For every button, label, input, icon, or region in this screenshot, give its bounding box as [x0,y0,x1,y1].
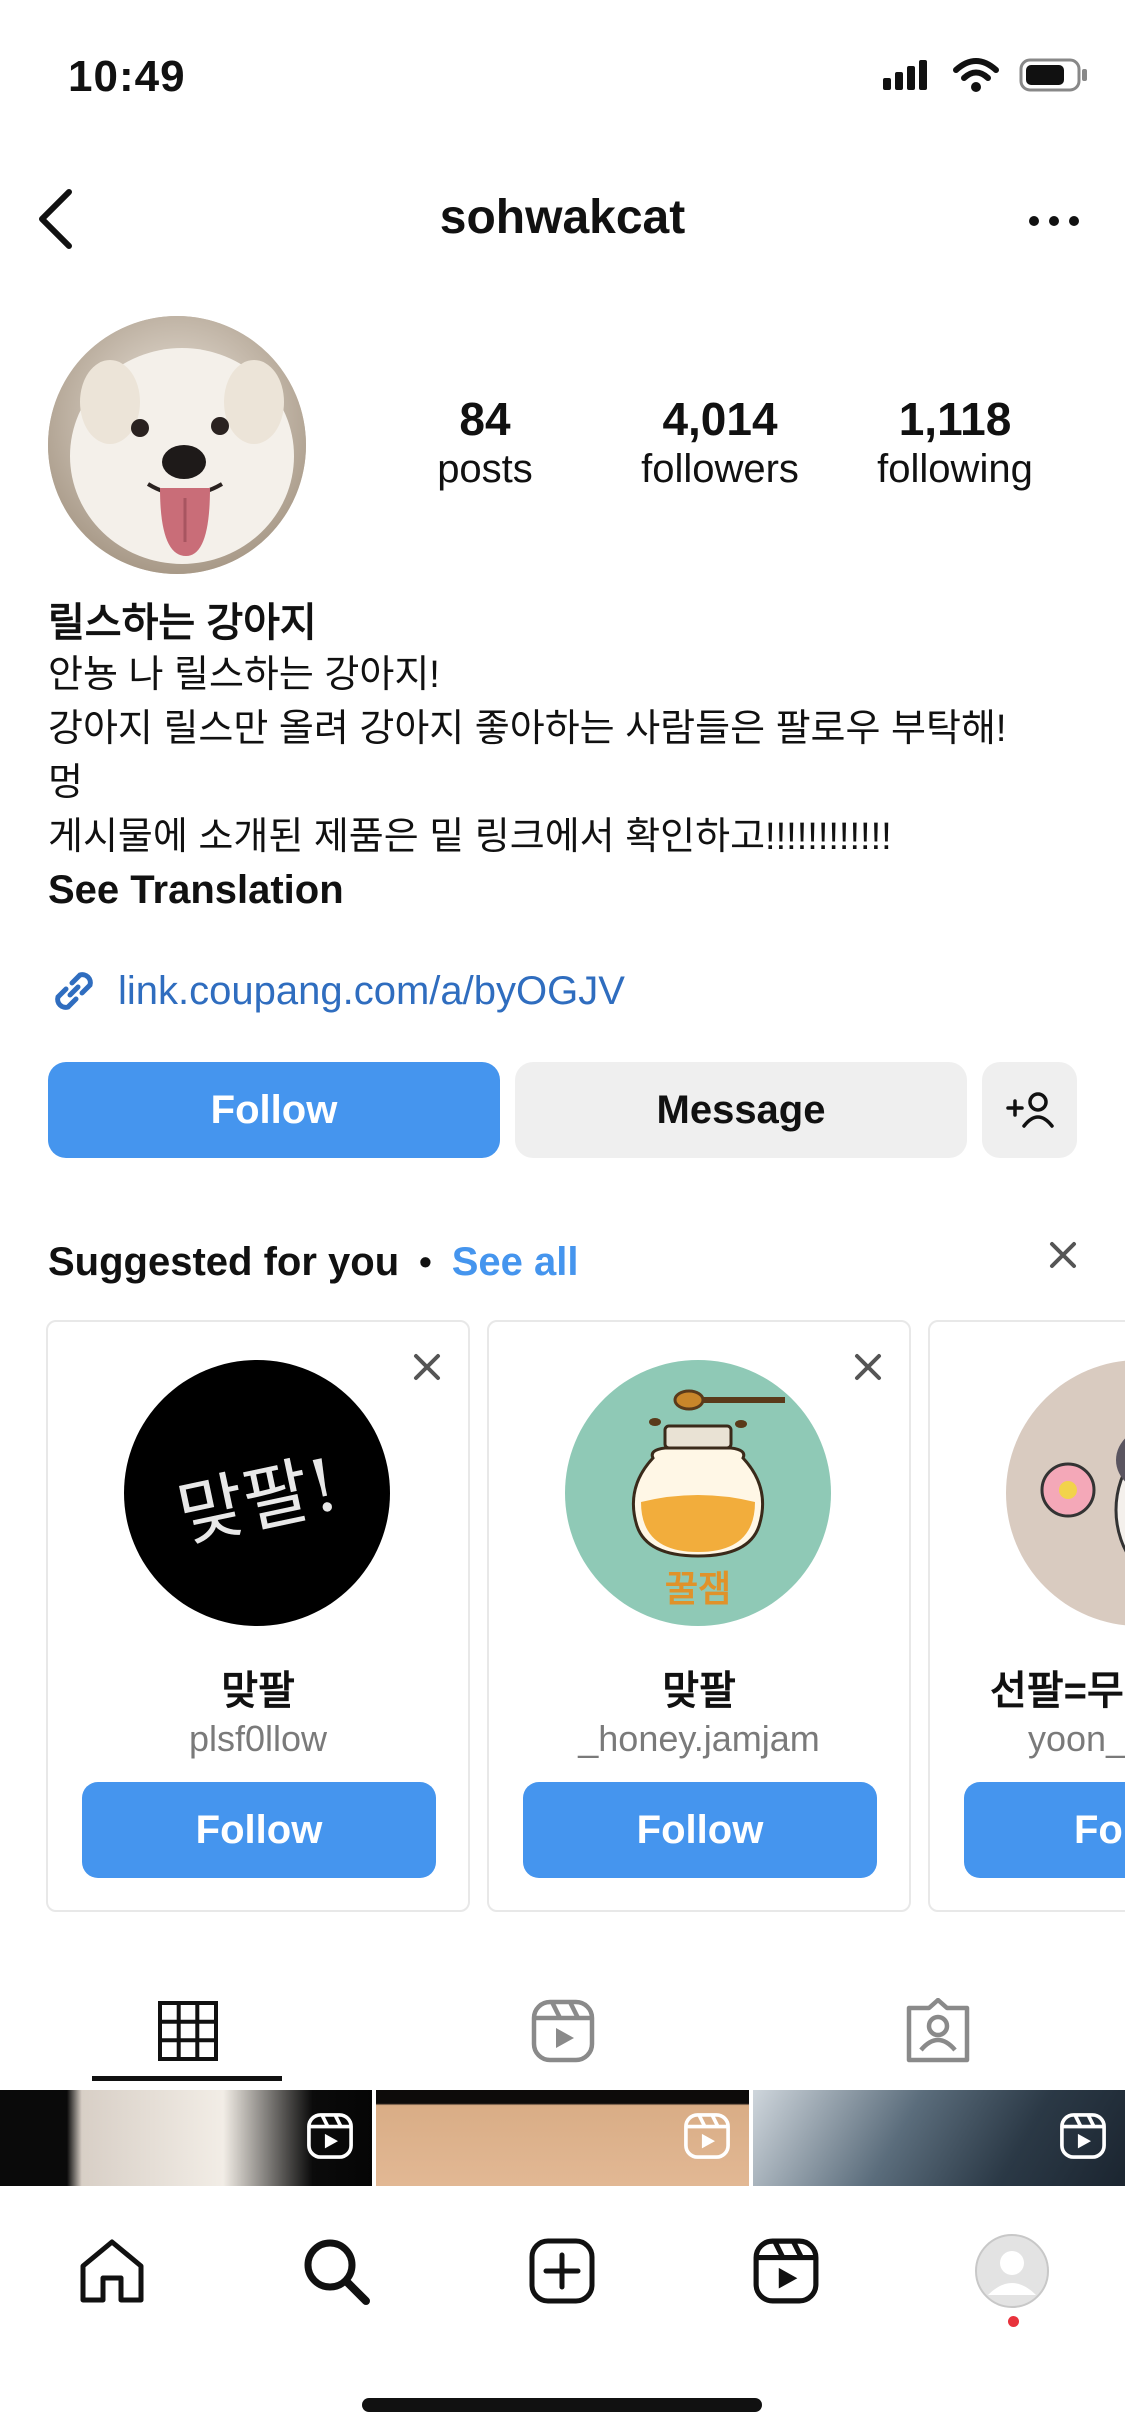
nav-create[interactable] [517,2226,607,2316]
grid-post-thumbnail[interactable] [0,2090,373,2186]
see-all-link[interactable]: See all [452,1240,579,1285]
profile-avatar[interactable] [48,316,306,574]
reel-badge-icon [1060,2113,1106,2159]
home-icon [80,2239,144,2303]
dismiss-icon[interactable] [853,1352,883,1382]
posts-grid [0,2090,1125,2186]
avatar-logo-text: 맞팔! [170,1441,347,1558]
tab-reels[interactable] [375,1975,750,2087]
followers-stat[interactable]: 4,014 followers [605,394,835,493]
status-icons [883,58,1089,92]
bio-line: 게시물에 소개된 제품은 밑 링크에서 확인하고!!!!!!!!!!!! [48,816,892,858]
followers-count: 4,014 [662,393,778,445]
status-time: 10:49 [68,52,186,101]
bio-link-text: link.coupang.com/a/byOGJV [118,968,625,1013]
profile-bio: 안뇽 나 릴스하는 강아지! 강아지 릴스만 올려 강아지 좋아하는 사람들은 … [48,648,1088,864]
following-count: 1,118 [898,393,1012,445]
dog-avatar-image [48,316,306,574]
nav-reels[interactable] [741,2226,831,2316]
more-options-button[interactable] [1019,196,1089,246]
tab-posts-grid[interactable] [0,1975,375,2087]
suggested-name: 맞팔 [221,1669,295,1713]
wifi-icon [953,58,999,92]
reel-badge-icon [307,2113,354,2159]
profile-display-name: 릴스하는 강아지 [48,601,317,645]
suggested-header: Suggested for you • See all [48,1232,1078,1292]
nav-search[interactable] [291,2226,381,2316]
following-label: following [877,446,1033,491]
suggested-card[interactable]: 선팔=무 yoon_ Fo [928,1320,1125,1912]
content-tabs [0,1975,1125,2087]
separator-dot: • [419,1241,432,1282]
suggested-avatar[interactable] [1006,1360,1125,1626]
profile-icon [975,2234,1049,2308]
posts-count: 84 [459,393,511,445]
suggested-handle: plsf0llow [188,1718,328,1759]
signal-icon [883,60,927,90]
suggested-name: 맞팔 [662,1669,736,1713]
profile-header: sohwakcat [0,170,1125,270]
reel-badge-icon [683,2113,730,2159]
suggested-follow-button[interactable]: Follow [523,1782,877,1878]
tab-tagged[interactable] [750,1975,1125,2087]
profile-stats: 84 posts 4,014 followers 1,118 following [370,394,1070,493]
bio-line: 강아지 릴스만 올려 강아지 좋아하는 사람들은 팔로우 부탁해! [48,708,1007,750]
see-translation-link[interactable]: See Translation [48,868,344,913]
home-indicator [362,2398,762,2412]
status-bar: 10:49 [0,0,1125,150]
tagged-icon [906,1998,969,2063]
battery-icon [1019,58,1087,92]
suggested-card[interactable]: 꿀잼 맞팔 _honey.jamjam Follow [487,1320,911,1912]
cartoon-avatar-image [1040,1438,1125,1553]
more-horizontal-icon [1029,216,1079,226]
suggested-card[interactable]: 맞팔! 맞팔 plsf0llow Follow [46,1320,470,1912]
bio-link[interactable]: link.coupang.com/a/byOGJV [48,965,625,1017]
add-person-icon [1005,1092,1054,1128]
create-icon [529,2238,595,2304]
suggested-follow-button[interactable]: Follow [82,1782,436,1878]
close-icon[interactable] [1048,1240,1078,1270]
suggested-handle: _honey.jamjam [578,1718,820,1759]
bio-line: 안뇽 나 릴스하는 강아지! [48,654,440,696]
profile-screen: 10:49 sohwakcat 84 posts 4,014 followers… [0,0,1125,2436]
avatar-logo-text: 꿀잼 [664,1568,732,1609]
suggested-name: 선팔=무 [990,1669,1124,1713]
dismiss-icon[interactable] [412,1352,442,1382]
reels-icon [531,1999,594,2063]
message-button[interactable]: Message [515,1062,967,1158]
grid-post-thumbnail[interactable] [376,2090,749,2186]
nav-home[interactable] [67,2226,157,2316]
profile-username: sohwakcat [439,191,686,244]
follow-button[interactable]: Follow [48,1062,500,1158]
suggested-follow-button[interactable]: Fo [964,1782,1125,1878]
bio-line: 멍 [48,762,83,804]
posts-stat[interactable]: 84 posts [370,394,600,493]
nav-profile[interactable] [967,2226,1057,2316]
search-icon [304,2239,370,2305]
suggested-carousel[interactable]: 맞팔! 맞팔 plsf0llow Follow 꿀잼 맞팔 _honey.jam… [46,1320,1125,1912]
followers-label: followers [641,446,799,491]
suggested-title: Suggested for you [48,1239,400,1284]
grid-icon [157,2001,218,2061]
reels-icon [753,2238,819,2304]
notification-dot [1008,2316,1019,2327]
suggest-people-button[interactable] [982,1062,1077,1158]
link-icon [55,972,93,1010]
suggested-avatar[interactable]: 맞팔! [124,1360,390,1626]
following-stat[interactable]: 1,118 following [840,394,1070,493]
posts-label: posts [437,446,533,491]
suggested-handle: yoon_ [1028,1718,1125,1759]
grid-post-thumbnail[interactable] [752,2090,1125,2186]
active-tab-indicator [92,2076,282,2081]
suggested-avatar[interactable]: 꿀잼 [565,1360,831,1626]
